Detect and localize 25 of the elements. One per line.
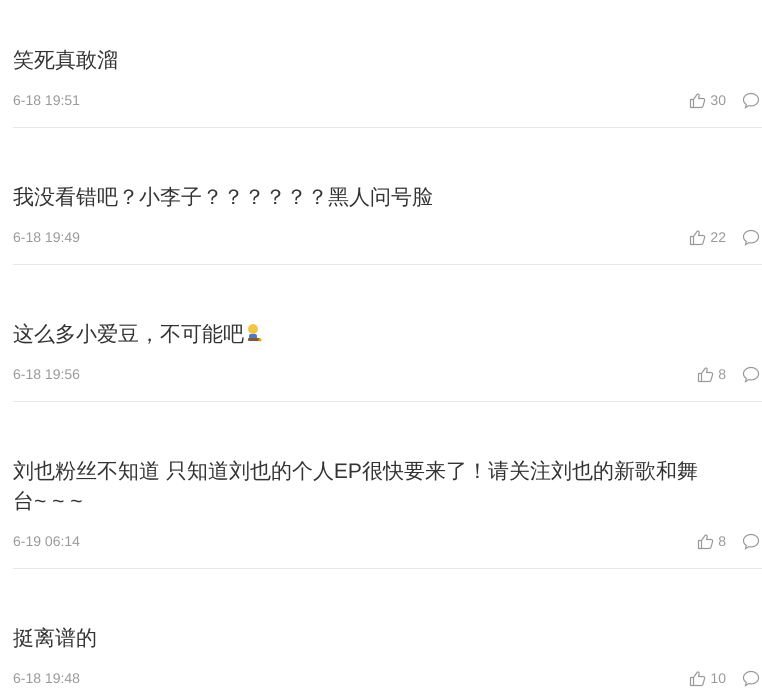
thumbs-up-icon[interactable] [697,532,714,550]
comment-icon[interactable] [742,532,760,550]
thumbs-up-icon[interactable] [689,670,706,686]
comment-text: 我没看错吧？小李子？？？？？？黑人问号脸 [13,186,433,209]
comment-text: 刘也粉丝不知道 只知道刘也的个人EP很快要来了！请关注刘也的新歌和舞台~ ~ ~ [13,460,698,513]
comment-icon[interactable] [742,670,760,686]
like-count: 10 [710,669,726,688]
like-count: 8 [718,532,726,551]
like-count: 8 [718,365,726,384]
comment-icon[interactable] [742,228,760,246]
comment-icon[interactable] [742,92,760,108]
thumbs-up-icon[interactable] [689,92,706,108]
comment-text: 这么多小爱豆，不可能吧 [13,323,244,346]
comment-time: 6-18 19:49 [13,228,80,247]
like-count: 30 [710,91,726,110]
comment-time: 6-18 19:48 [13,669,80,688]
thumbs-up-icon[interactable] [689,228,706,246]
comment-time: 6-19 06:14 [13,532,80,551]
comment-time: 6-18 19:51 [13,91,80,110]
thumbs-up-icon[interactable] [697,366,714,382]
comment-icon[interactable] [742,366,760,382]
like-count: 22 [710,228,726,247]
comment-text: 笑死真敢溜 [13,49,118,72]
comment-text: 挺离谱的 [13,627,97,650]
comment-time: 6-18 19:56 [13,365,80,384]
